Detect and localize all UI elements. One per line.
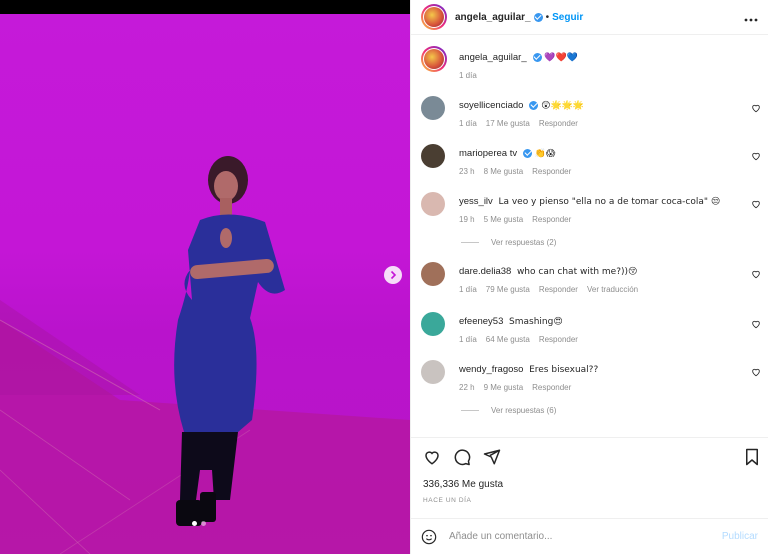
verified-icon [523, 148, 533, 158]
caption-text: 💜❤️💙 [544, 53, 578, 63]
comment-time[interactable]: 23 h [459, 167, 475, 176]
like-comment-icon[interactable] [751, 367, 761, 377]
author-username[interactable]: angela_aguilar_ [455, 12, 531, 23]
comment-username[interactable]: efeeney53 [459, 316, 503, 327]
carousel-dot [201, 521, 206, 526]
more-options-button[interactable] [744, 9, 758, 25]
view-replies-label[interactable]: Ver respuestas (2) [491, 238, 556, 247]
post-side-panel: angela_aguilar_ • Seguir angela_aguilar_… [410, 0, 768, 554]
comment-likes[interactable]: 17 Me gusta [486, 119, 530, 128]
commenter-avatar[interactable] [421, 312, 445, 336]
publish-button[interactable]: Publicar [722, 531, 758, 542]
heart-icon[interactable] [423, 448, 441, 466]
likes-count[interactable]: 336,336 Me gusta [423, 479, 503, 490]
comment-text: Eres bisexual?? [529, 365, 599, 375]
comment-username[interactable]: soyellicenciado [459, 100, 523, 111]
commenter-avatar[interactable] [421, 192, 445, 216]
commenter-avatar[interactable] [421, 144, 445, 168]
post-image[interactable] [0, 0, 410, 554]
replies-divider [461, 410, 479, 411]
author-avatar[interactable] [421, 46, 447, 72]
comment-text: 👏😱 [534, 149, 556, 159]
photo-illustration [0, 156, 410, 554]
post-timestamp[interactable]: HACE UN DÍA [423, 497, 472, 504]
like-comment-icon[interactable] [751, 319, 761, 329]
comment-composer: Publicar [411, 518, 768, 554]
comment-text: Smashing😍 [509, 317, 563, 327]
comment-likes[interactable]: 9 Me gusta [484, 383, 524, 392]
comment-time[interactable]: 1 día [459, 119, 477, 128]
verified-icon [532, 52, 542, 62]
reply-button[interactable]: Responder [539, 119, 578, 128]
emoji-icon[interactable] [421, 529, 437, 545]
comment-username[interactable]: yess_ilv [459, 196, 493, 207]
comment-text: La veo y pienso "ella no a de tomar coca… [498, 197, 721, 207]
view-replies-label[interactable]: Ver respuestas (6) [491, 406, 556, 415]
comment-time[interactable]: 1 día [459, 335, 477, 344]
post-header: angela_aguilar_ • Seguir [411, 0, 768, 35]
translate-button[interactable]: Ver traducción [587, 285, 638, 294]
reply-button[interactable]: Responder [532, 215, 571, 224]
comment-time[interactable]: 1 día [459, 285, 477, 294]
more-icon [744, 18, 758, 22]
caption-username[interactable]: angela_aguilar_ [459, 52, 527, 63]
separator-bullet: • [545, 11, 550, 23]
comment-likes[interactable]: 8 Me gusta [484, 167, 524, 176]
caption-time[interactable]: 1 día [459, 71, 477, 80]
view-replies-button[interactable]: Ver respuestas (2) [461, 238, 556, 247]
comment-likes[interactable]: 64 Me gusta [486, 335, 530, 344]
like-comment-icon[interactable] [751, 103, 761, 113]
comment-text: 😲🌟🌟🌟 [541, 101, 585, 111]
commenter-avatar[interactable] [421, 360, 445, 384]
comment-time[interactable]: 19 h [459, 215, 475, 224]
comment-likes[interactable]: 79 Me gusta [486, 285, 530, 294]
comments-list[interactable]: angela_aguilar_ 💜❤️💙 1 día soyellicencia… [411, 36, 768, 436]
verified-icon [529, 100, 539, 110]
reply-button[interactable]: Responder [532, 167, 571, 176]
share-icon[interactable] [483, 448, 501, 466]
post-actions: 336,336 Me gusta HACE UN DÍA [411, 437, 768, 517]
next-slide-button[interactable] [384, 266, 402, 284]
post-photo-panel [0, 0, 410, 554]
photo-top-strip [0, 0, 410, 14]
verified-icon [533, 12, 543, 22]
comment-input[interactable] [449, 531, 699, 542]
comment-username[interactable]: marioperea tv [459, 148, 517, 159]
author-avatar[interactable] [421, 4, 447, 30]
reply-button[interactable]: Responder [539, 285, 578, 294]
replies-divider [461, 242, 479, 243]
commenter-avatar[interactable] [421, 96, 445, 120]
like-comment-icon[interactable] [751, 151, 761, 161]
carousel-dot-active [192, 521, 197, 526]
view-replies-button[interactable]: Ver respuestas (6) [461, 406, 556, 415]
comment-icon[interactable] [453, 448, 471, 466]
bookmark-icon[interactable] [744, 448, 760, 466]
follow-button[interactable]: Seguir [552, 12, 583, 23]
reply-button[interactable]: Responder [532, 383, 571, 392]
comment-username[interactable]: dare.delia38 [459, 266, 511, 277]
comment-likes[interactable]: 5 Me gusta [484, 215, 524, 224]
comment-text: who can chat with me?))😚 [516, 267, 638, 277]
commenter-avatar[interactable] [421, 262, 445, 286]
like-comment-icon[interactable] [751, 199, 761, 209]
reply-button[interactable]: Responder [539, 335, 578, 344]
comment-time[interactable]: 22 h [459, 383, 475, 392]
comment-username[interactable]: wendy_fragoso [459, 364, 523, 375]
carousel-indicator [192, 521, 206, 526]
chevron-right-icon [390, 270, 397, 280]
like-comment-icon[interactable] [751, 269, 761, 279]
